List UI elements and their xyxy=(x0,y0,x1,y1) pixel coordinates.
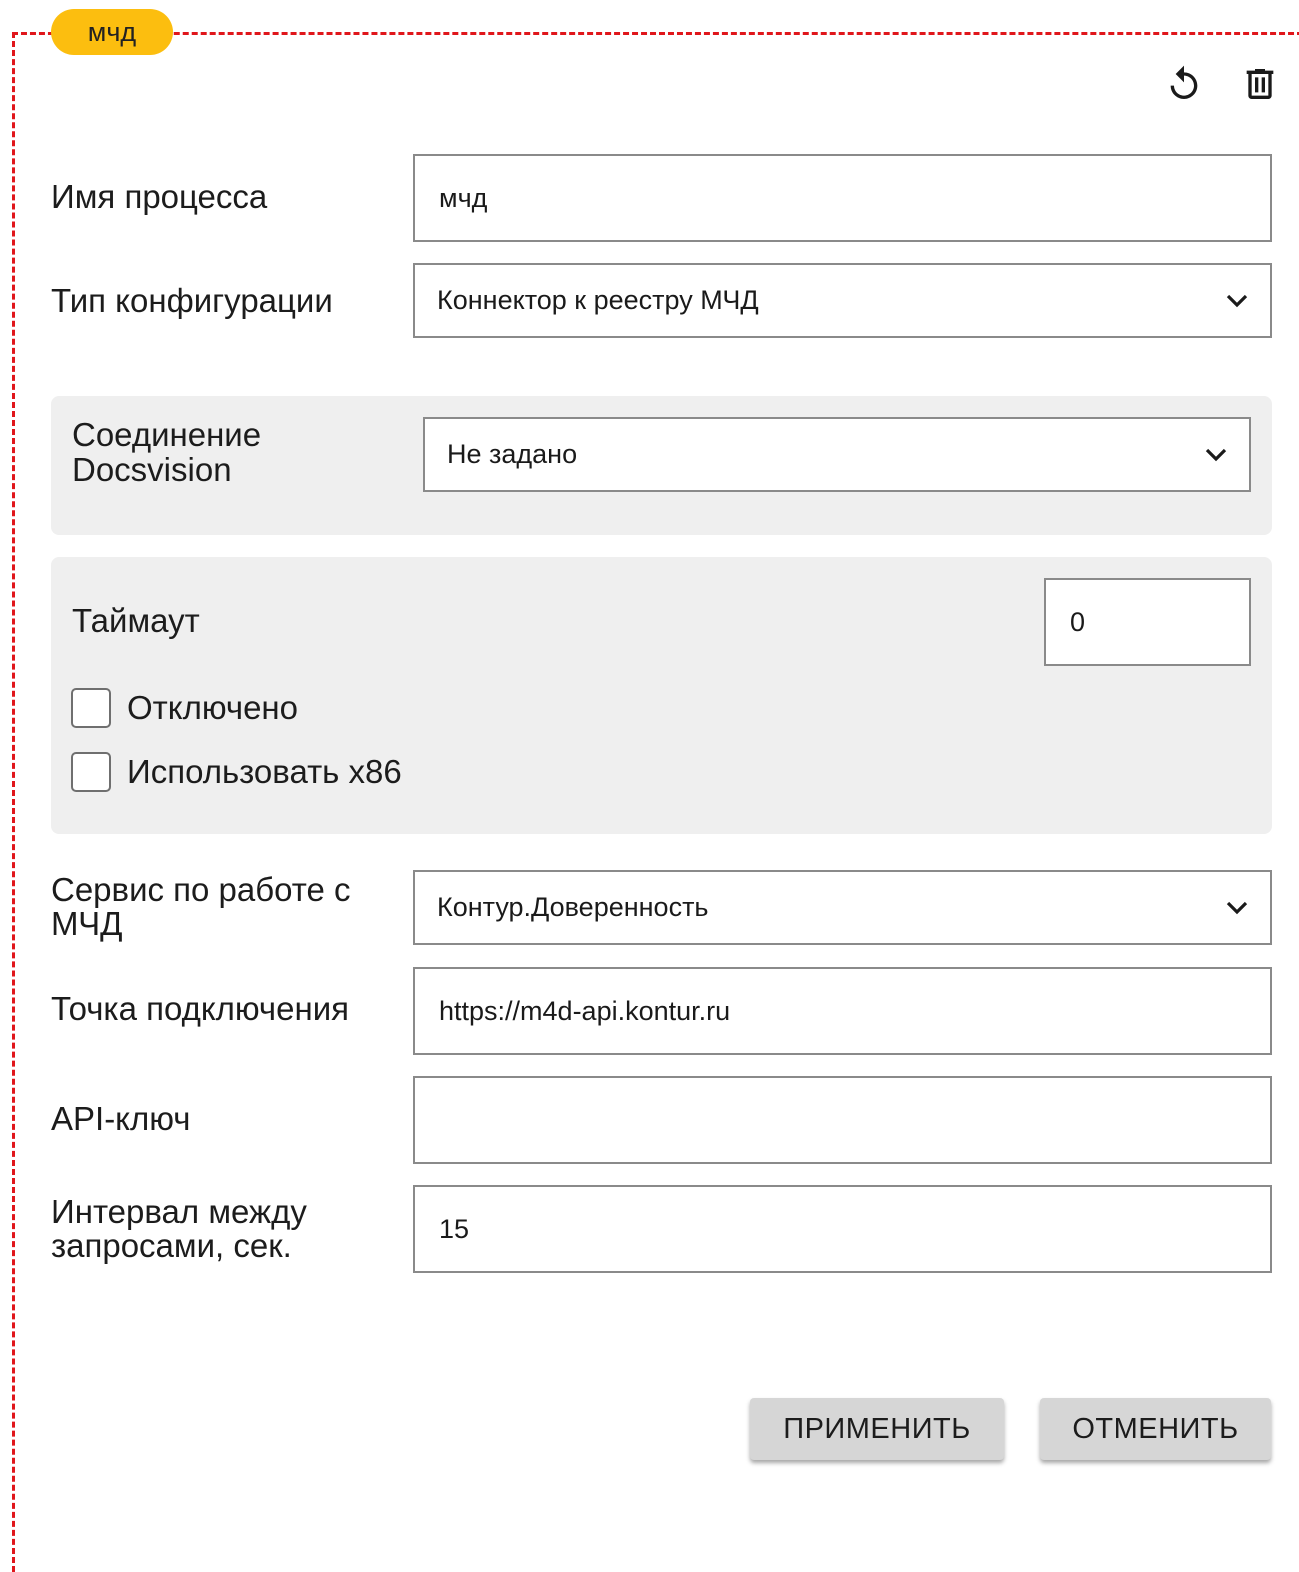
mcd-service-label-line1: Сервис по работе с xyxy=(51,871,351,908)
docsvision-label-line2: Docsvision xyxy=(72,451,232,488)
chevron-down-icon xyxy=(1226,294,1248,307)
mcd-service-select[interactable]: Контур.Доверенность xyxy=(413,870,1272,945)
reset-button[interactable] xyxy=(1162,62,1206,106)
endpoint-label: Точка подключения xyxy=(51,990,349,1027)
timeout-label: Таймаут xyxy=(72,602,200,639)
apply-button[interactable]: ПРИМЕНИТЬ xyxy=(750,1398,1004,1460)
config-type-value: Коннектор к реестру МЧД xyxy=(437,285,759,315)
api-key-label: API-ключ xyxy=(51,1100,191,1137)
process-name-label: Имя процесса xyxy=(51,178,268,215)
docsvision-connection-select[interactable]: Не задано xyxy=(423,417,1251,492)
mcd-service-value: Контур.Доверенность xyxy=(437,892,709,922)
use-x86-label: Использовать x86 xyxy=(127,753,402,790)
mcd-service-label-line2: МЧД xyxy=(51,905,123,942)
docsvision-connection-value: Не задано xyxy=(447,439,578,469)
disabled-label: Отключено xyxy=(127,689,298,726)
process-tag: мчд xyxy=(51,9,173,55)
interval-input[interactable] xyxy=(413,1185,1272,1273)
trash-icon xyxy=(1246,69,1274,99)
config-type-select[interactable]: Коннектор к реестру МЧД xyxy=(413,263,1272,338)
delete-button[interactable] xyxy=(1238,62,1282,106)
interval-label-line1: Интервал между xyxy=(51,1193,307,1230)
cancel-button[interactable]: ОТМЕНИТЬ xyxy=(1040,1398,1271,1460)
config-type-label: Тип конфигурации xyxy=(51,282,333,319)
timeout-input[interactable] xyxy=(1044,578,1251,666)
process-name-input[interactable] xyxy=(413,154,1272,242)
interval-label-line2: запросами, сек. xyxy=(51,1227,292,1264)
use-x86-checkbox[interactable] xyxy=(71,752,111,792)
disabled-checkbox[interactable] xyxy=(71,688,111,728)
refresh-icon xyxy=(1170,65,1198,99)
chevron-down-icon xyxy=(1226,901,1248,914)
chevron-down-icon xyxy=(1205,448,1227,461)
endpoint-input[interactable] xyxy=(413,967,1272,1055)
api-key-input[interactable] xyxy=(413,1076,1272,1164)
docsvision-label-line1: Соединение xyxy=(72,416,262,453)
